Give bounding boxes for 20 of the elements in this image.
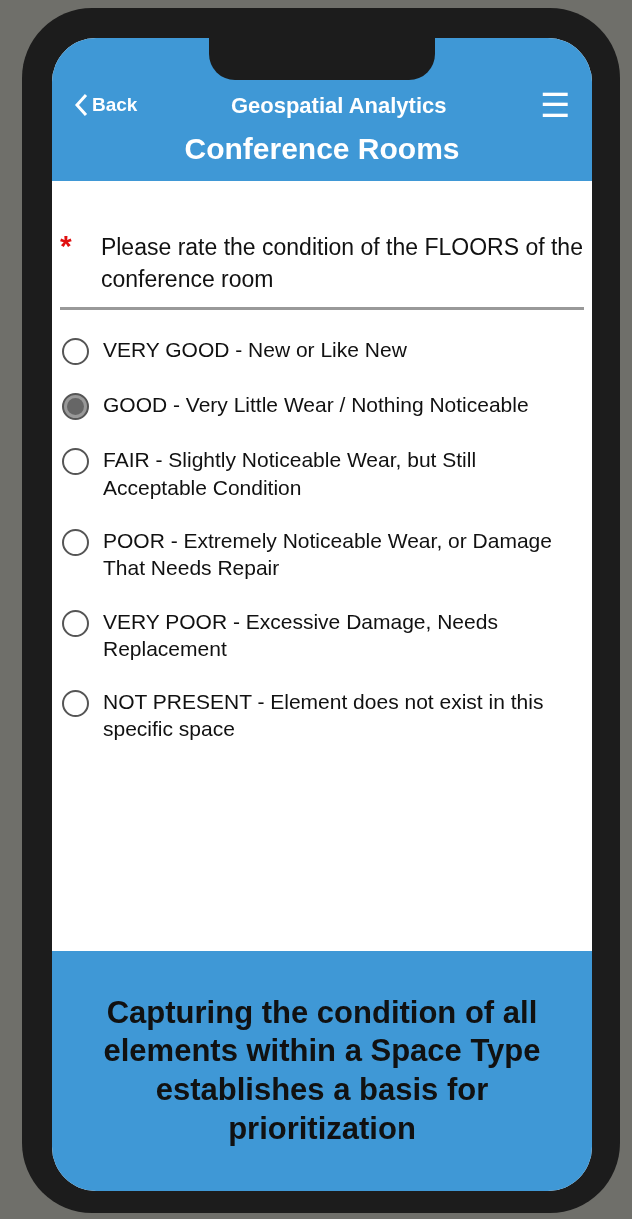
page-title: Conference Rooms <box>183 131 461 167</box>
radio-button[interactable] <box>62 338 89 366</box>
required-mark: * <box>60 231 73 264</box>
app-title: Geospatial Analytics <box>230 91 447 120</box>
chevron-left-icon <box>74 93 88 117</box>
menu-button[interactable]: ☰ <box>540 88 570 122</box>
option-label: VERY GOOD - New or Like New <box>103 337 407 364</box>
radio-button[interactable] <box>62 448 89 476</box>
banner-text: Capturing the condition of all elements within a Space Type establishes a basis for prioritization <box>102 993 542 1148</box>
option-label: GOOD - Very Little Wear / Nothing Noticeable <box>103 392 529 419</box>
question-text: Please rate the condition of the FLOORS of the conference room <box>100 233 584 295</box>
radio-button[interactable] <box>62 528 89 556</box>
radio-button[interactable] <box>62 609 89 637</box>
option-label: POOR - Extremely Noticeable Wear, or Damage That Needs Repair <box>103 527 553 582</box>
option-label: FAIR - Slightly Noticeable Wear, but Still Acceptable Condition <box>103 447 478 501</box>
option-label: NOT PRESENT - Element does not exist in this specific space <box>103 689 545 743</box>
option-label: VERY POOR - Excessive Damage, Needs Replacement <box>103 608 499 662</box>
back-link[interactable]: Back <box>74 90 138 120</box>
radio-button[interactable] <box>62 690 89 718</box>
radio-button[interactable] <box>62 393 89 421</box>
